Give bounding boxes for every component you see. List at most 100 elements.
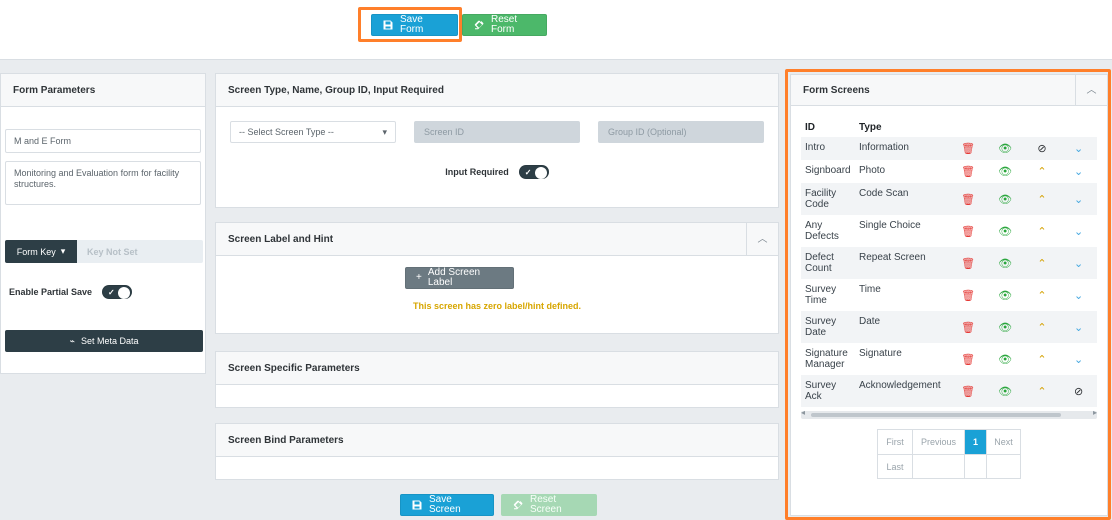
screen-action-cell[interactable]: ⌄ <box>1060 137 1097 160</box>
table-row: Signboard Photo 🗑 👁 ⌃ ⌄ <box>801 160 1097 183</box>
screen-action-cell[interactable]: ⌃ <box>1023 375 1061 407</box>
table-header-id: ID <box>805 122 815 133</box>
trash-icon: 🗑 <box>961 321 976 334</box>
trash-icon: 🗑 <box>961 289 976 302</box>
eye-icon: 👁 <box>998 193 1013 206</box>
screen-type-cell: Single Choice <box>858 220 921 231</box>
screen-action-cell[interactable]: 🗑 <box>949 311 987 343</box>
set-meta-data-label: Set Meta Data <box>80 336 139 346</box>
form-screens-panel: Form Screens ︿ ID Type Intro Information 🗑… <box>790 74 1108 516</box>
pagination-previous[interactable]: Previous <box>912 430 964 454</box>
chevron-down-icon: ⌄ <box>1074 289 1084 302</box>
screen-action-cell[interactable]: 🗑 <box>950 279 987 311</box>
save-form-button[interactable]: Save Form <box>371 14 458 36</box>
screen-type-fields: -- Select Screen Type -- ▾ Screen ID Gro… <box>230 121 764 143</box>
screen-action-cell[interactable]: 👁 <box>986 247 1024 279</box>
screen-action-cell[interactable]: ⌄ <box>1060 160 1097 183</box>
screen-id-cell: Signboard <box>805 165 851 176</box>
screen-action-cell[interactable]: 🗑 <box>949 247 987 279</box>
screen-action-cell[interactable]: 🗑 <box>950 343 987 375</box>
screen-action-cell[interactable]: ⌄ <box>1060 247 1097 279</box>
screen-action-cell[interactable]: ⌄ <box>1060 343 1097 375</box>
scroll-right-icon[interactable]: ▸ <box>1093 408 1097 417</box>
form-parameters-title: Form Parameters <box>13 84 96 96</box>
screen-action-cell[interactable]: ⊘ <box>1060 375 1097 407</box>
screen-specific-parameters-title: Screen Specific Parameters <box>228 362 360 374</box>
screen-action-cell[interactable]: 👁 <box>987 343 1024 375</box>
add-screen-label-button[interactable]: + Add Screen Label <box>405 267 514 289</box>
screen-action-cell[interactable]: 👁 <box>986 183 1024 215</box>
collapse-label-hint-button[interactable]: ︿ <box>746 223 778 256</box>
floppy-disk-icon <box>382 19 394 31</box>
screen-action-cell[interactable]: 🗑 <box>949 375 987 407</box>
toggle-knob <box>118 287 131 299</box>
screen-type-select[interactable]: -- Select Screen Type -- ▾ <box>230 121 396 143</box>
screen-action-cell[interactable]: 👁 <box>987 160 1024 183</box>
table-row: Defect Count Repeat Screen 🗑 👁 ⌃ ⌄ <box>801 247 1097 279</box>
pagination-first[interactable]: First <box>878 430 912 454</box>
group-id-input[interactable]: Group ID (Optional) <box>598 121 764 143</box>
collapse-form-screens-button[interactable]: ︿ <box>1075 75 1107 106</box>
form-name-input[interactable]: M and E Form <box>5 129 201 153</box>
screen-specific-parameters-panel: Screen Specific Parameters <box>215 351 779 408</box>
chevron-up-icon: ⌃ <box>1037 225 1047 238</box>
form-key-dropdown-button[interactable]: Form Key ▾ <box>5 240 77 263</box>
pagination-next[interactable]: Next <box>986 430 1020 454</box>
screen-action-cell[interactable]: ⌃ <box>1024 279 1061 311</box>
save-form-label: Save Form <box>400 14 424 35</box>
form-description-textarea[interactable]: Monitoring and Evaluation form for facil… <box>5 161 201 205</box>
pagination-last[interactable]: Last <box>878 454 912 478</box>
tag-icon: ⌁ <box>69 335 75 346</box>
screen-action-cell[interactable]: 🗑 <box>949 137 987 160</box>
screen-action-cell[interactable]: 👁 <box>986 137 1024 160</box>
bottom-actions: Save Screen Reset Screen <box>400 494 597 516</box>
screen-action-cell[interactable]: 👁 <box>987 215 1024 247</box>
screen-type-header: Screen Type, Name, Group ID, Input Requi… <box>216 74 778 107</box>
form-screens-header: Form Screens <box>791 75 1107 106</box>
screen-action-cell[interactable]: ⌄ <box>1060 311 1097 343</box>
reset-screen-button[interactable]: Reset Screen <box>501 494 597 516</box>
scroll-left-icon[interactable]: ◂ <box>801 408 805 417</box>
save-screen-button[interactable]: Save Screen <box>400 494 494 516</box>
form-parameters-body: M and E Form Monitoring and Evaluation f… <box>1 107 205 205</box>
set-meta-data-button[interactable]: ⌁ Set Meta Data <box>5 330 203 352</box>
screen-action-cell[interactable]: 🗑 <box>950 160 987 183</box>
horizontal-scrollbar[interactable]: ◂ ▸ <box>801 408 1097 419</box>
check-icon: ✓ <box>108 288 115 297</box>
screen-action-cell[interactable]: ⌄ <box>1060 183 1097 215</box>
screen-action-cell[interactable]: 🗑 <box>949 183 987 215</box>
screen-action-cell[interactable]: ⌃ <box>1024 215 1061 247</box>
screen-action-cell[interactable]: ⌃ <box>1023 247 1061 279</box>
screen-type-cell: Information <box>854 137 950 160</box>
screen-action-cell[interactable]: 👁 <box>986 375 1024 407</box>
screen-action-cell[interactable]: ⌃ <box>1024 160 1061 183</box>
table-header-type: Type <box>858 122 882 133</box>
pagination-blank-1 <box>912 454 964 478</box>
zero-label-hint-message: This screen has zero label/hint defined. <box>412 301 582 311</box>
screen-action-cell[interactable]: ⌃ <box>1023 311 1061 343</box>
pagination-page-1[interactable]: 1 <box>964 430 986 454</box>
reset-form-button[interactable]: Reset Form <box>462 14 547 36</box>
screen-action-cell[interactable]: 👁 <box>986 311 1024 343</box>
input-required-toggle[interactable]: ✓ <box>518 165 549 179</box>
enable-partial-save-toggle[interactable]: ✓ <box>102 285 133 299</box>
screen-id-input[interactable]: Screen ID <box>414 121 580 143</box>
screen-id-cell: Facility Code <box>801 183 855 215</box>
chevron-down-icon: ⌄ <box>1074 257 1084 270</box>
screen-action-cell[interactable]: ⌄ <box>1060 279 1097 311</box>
eye-icon: 👁 <box>998 353 1013 366</box>
table-row: Survey Time Time 🗑 👁 ⌃ ⌄ <box>801 279 1097 311</box>
enable-partial-save-label: Enable Partial Save <box>9 287 93 297</box>
scroll-thumb[interactable] <box>811 413 1061 417</box>
screen-action-cell[interactable]: ⌄ <box>1060 215 1097 247</box>
trash-icon: 🗑 <box>961 193 976 206</box>
chevron-up-icon: ︿ <box>1086 84 1097 96</box>
screen-action-cell[interactable]: 🗑 <box>950 215 987 247</box>
screen-action-cell[interactable]: 👁 <box>987 279 1024 311</box>
screen-action-cell[interactable]: ⊘ <box>1023 137 1061 160</box>
screen-type-body: -- Select Screen Type -- ▾ Screen ID Gro… <box>216 107 778 179</box>
screen-action-cell[interactable]: ⌃ <box>1023 183 1061 215</box>
screen-action-cell[interactable]: ⌃ <box>1024 343 1061 375</box>
eye-icon: 👁 <box>998 385 1013 398</box>
eye-icon: 👁 <box>998 321 1013 334</box>
